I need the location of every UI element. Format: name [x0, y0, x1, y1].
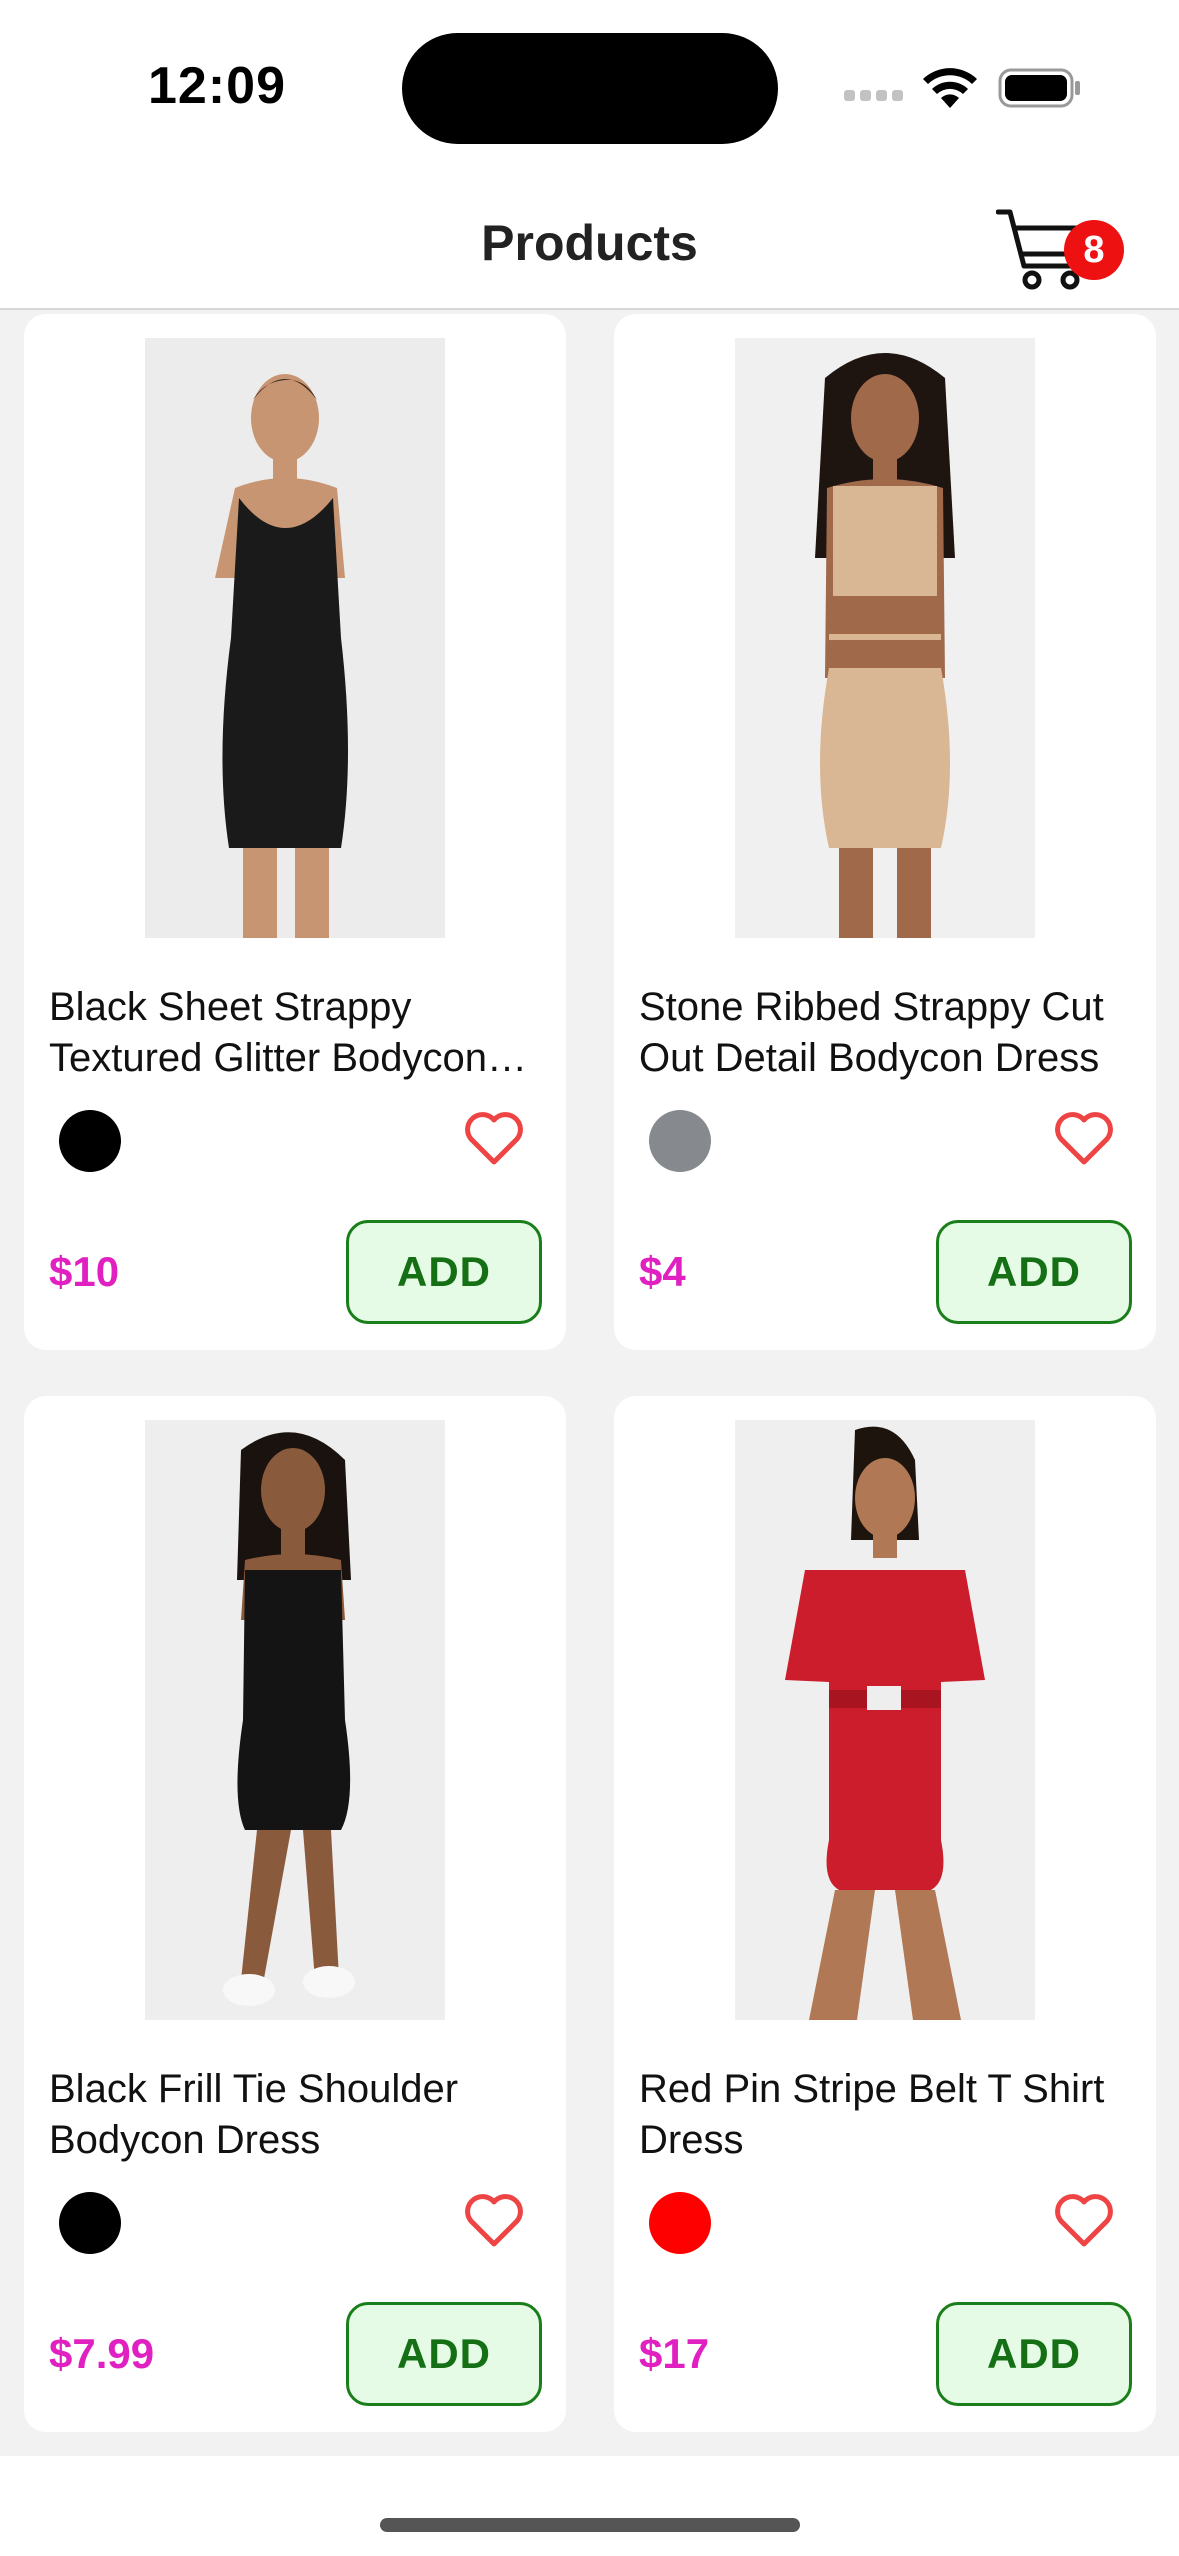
heart-icon[interactable] [1052, 2190, 1116, 2250]
product-price: $17 [639, 2330, 710, 2377]
product-price: $7.99 [49, 2330, 155, 2377]
battery-icon [998, 68, 1080, 108]
cellular-signal-icon [844, 90, 903, 101]
product-image[interactable] [735, 1420, 1035, 2020]
product-name: Black Sheet Strappy Textured Glitter Bod… [49, 985, 487, 1080]
product-card[interactable]: Stone Ribbed Strappy Cut Out Detail Body… [614, 314, 1156, 1350]
product-image[interactable] [145, 338, 445, 938]
color-swatch[interactable] [649, 1110, 711, 1172]
product-name: Black Frill Tie Shoulder Bodycon Dress [49, 2067, 459, 2162]
status-time: 12:09 [148, 57, 286, 115]
wifi-icon [923, 68, 977, 108]
status-bar: 12:09 [0, 0, 1179, 176]
add-to-cart-button[interactable]: ADD [936, 1220, 1132, 1324]
product-card[interactable]: Black Sheet Strappy Textured Glitter Bod… [24, 314, 566, 1350]
nav-bar: Products 8 [0, 176, 1179, 310]
product-name: Stone Ribbed Strappy Cut Out Detail Body… [639, 985, 1104, 1080]
cart-button[interactable]: 8 [996, 198, 1124, 298]
add-to-cart-button[interactable]: ADD [346, 2302, 542, 2406]
product-image[interactable] [145, 1420, 445, 2020]
product-image[interactable] [735, 338, 1035, 938]
heart-icon[interactable] [462, 2190, 526, 2250]
product-name: Red Pin Stripe Belt T Shirt Dress [639, 2067, 1105, 2162]
color-swatch[interactable] [59, 2192, 121, 2254]
product-price: $4 [639, 1248, 686, 1295]
add-to-cart-button[interactable]: ADD [936, 2302, 1132, 2406]
home-indicator[interactable] [380, 2518, 800, 2532]
dynamic-island [402, 33, 778, 144]
product-price: $10 [49, 1248, 120, 1295]
add-to-cart-button[interactable]: ADD [346, 1220, 542, 1324]
bottom-safe-area [0, 2456, 1179, 2556]
color-swatch[interactable] [649, 2192, 711, 2254]
color-swatch[interactable] [59, 1110, 121, 1172]
product-card[interactable]: Black Frill Tie Shoulder Bodycon Dress $… [24, 1396, 566, 2432]
heart-icon[interactable] [462, 1108, 526, 1168]
heart-icon[interactable] [1052, 1108, 1116, 1168]
cart-count-badge: 8 [1064, 220, 1124, 280]
product-card[interactable]: Red Pin Stripe Belt T Shirt Dress $17 AD… [614, 1396, 1156, 2432]
